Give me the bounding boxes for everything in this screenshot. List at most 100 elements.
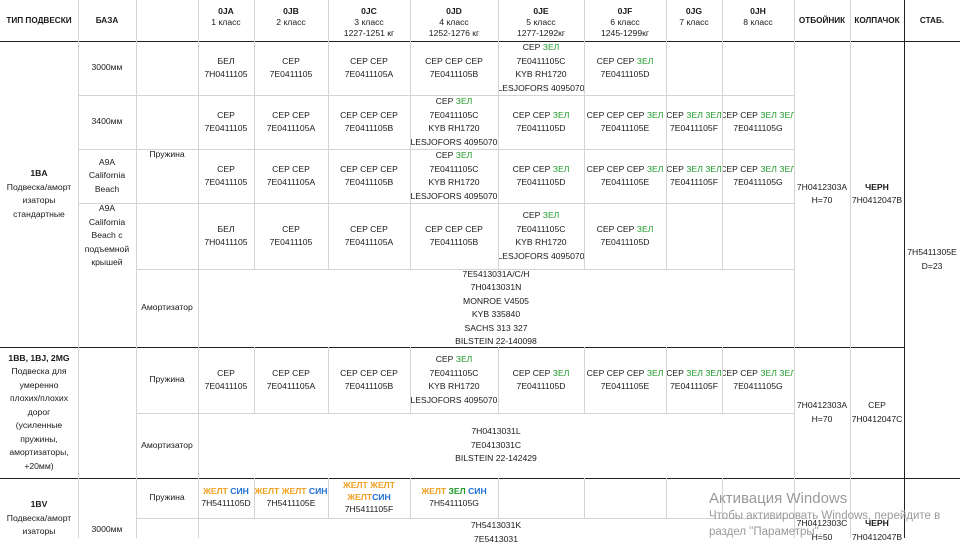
part-number: 7E0411105 xyxy=(205,122,248,136)
part-number: 7E0411105 xyxy=(270,68,313,82)
grid-line xyxy=(328,0,329,269)
g1-base-line: Beach xyxy=(94,183,120,194)
grid-line xyxy=(584,0,585,269)
g2-base-empty xyxy=(78,347,136,478)
g1-spring-cell: СЕР СЕР СЕР ЗЕЛ 7E0411105E xyxy=(584,149,666,203)
g1-spring-cell: СЕР СЕР 7E0411105A xyxy=(254,149,328,203)
g1-base-line: подъемной xyxy=(84,243,130,254)
part-number: 7E0411105 xyxy=(270,236,313,250)
part-color-label: СЕР ЗЕЛ xyxy=(523,209,560,223)
text-segment: KYB RH1720 xyxy=(515,69,567,79)
g2-type-desc: пружины, xyxy=(20,433,58,444)
text-segment: ЗЕЛ xyxy=(552,109,570,120)
header-col-code: 0JC xyxy=(361,6,377,16)
grid-line xyxy=(584,347,585,413)
g2-cap-code: 7H0412047C xyxy=(851,413,903,424)
g1-bumper: 7H0412303A H=70 xyxy=(794,41,850,347)
text-segment: 7E0411105C xyxy=(429,367,479,378)
part-color-label: СЕР СЕР СЕР xyxy=(340,109,398,123)
part-number: 7E0411105E xyxy=(601,176,649,190)
part-number: 7E0411105B xyxy=(345,176,393,190)
g2-type-desc: (усиленные xyxy=(15,420,63,431)
part-number: 7E0411105D xyxy=(601,68,650,82)
text-segment: ЗЕЛ xyxy=(636,223,654,234)
grid-line xyxy=(666,478,667,518)
text-segment: СЕР xyxy=(217,163,235,174)
grid-line xyxy=(328,347,329,413)
text-segment: СИН xyxy=(468,486,487,497)
text-segment: 7E0411105E xyxy=(600,123,650,133)
text-segment: 7E0411105C xyxy=(429,163,479,174)
g1-base-line: A9A xyxy=(98,156,116,167)
part-color-label: БЕЛ xyxy=(217,55,234,69)
text-segment: СЕР СЕР xyxy=(722,367,761,378)
grid-line xyxy=(0,478,960,479)
part-number: 7H5411105E xyxy=(266,498,316,509)
text-segment: СЕР xyxy=(282,223,300,234)
g3-cap-code: 7H0412047B xyxy=(851,531,903,542)
g1-spring-cell: СЕР СЕР 7E0411105A xyxy=(328,41,410,95)
g2-type-title: 1BB, 1BJ, 2MG xyxy=(8,352,70,363)
g1-base-line: 3000мм xyxy=(91,62,123,73)
part-number: 7E0411105D xyxy=(517,380,566,394)
g1-spring-cell: СЕР ЗЕЛ 7E0411105C KYB RH1720 LESJOFORS 409… xyxy=(498,203,584,269)
text-segment: 7E0411105 xyxy=(204,123,248,133)
g1-spring-cell: СЕР СЕР СЕР ЗЕЛ 7E0411105E xyxy=(584,95,666,149)
header-col-code: 0JF xyxy=(617,6,633,16)
part-number: 7E0411105G xyxy=(733,122,782,136)
grid-line xyxy=(0,41,960,42)
grid-line xyxy=(136,518,794,519)
grid-line xyxy=(498,347,499,413)
text-segment: 7E0411105E xyxy=(600,381,650,391)
g1-shock-part: BILSTEIN 22-140098 xyxy=(455,336,537,346)
grid-line xyxy=(722,347,723,413)
text-segment: СЕР xyxy=(666,163,687,174)
grid-line xyxy=(850,0,851,538)
g1-spring-cell: СЕР СЕР СЕР 7E0411105B xyxy=(410,41,498,95)
g1-spring-cell: СЕР ЗЕЛ ЗЕЛ 7E0411105F xyxy=(666,95,722,149)
text-segment: 7E0411105F xyxy=(670,177,718,187)
text-segment: 7H0411105 xyxy=(204,69,248,79)
grid-line xyxy=(410,347,411,413)
part-color-label: СЕР ЗЕЛ ЗЕЛ xyxy=(666,163,722,177)
g2-shock-part: 7H0413031L xyxy=(471,426,521,437)
grid-line xyxy=(78,203,794,204)
g1-shock-part: 7H0413031N xyxy=(470,282,522,292)
part-number: 7E0411105C xyxy=(517,223,566,237)
text-segment: 7E0411105G xyxy=(733,381,783,391)
text-segment: 7E0411105C xyxy=(516,223,566,234)
text-segment: 7E0411105A xyxy=(266,177,316,187)
part-color-label: СЕР xyxy=(217,163,235,177)
text-segment: 7E0411105B xyxy=(344,381,394,391)
text-segment: ЗЕЛ ЗЕЛ xyxy=(760,109,794,120)
grid-line xyxy=(498,0,499,269)
header-cap: КОЛПАЧОК xyxy=(854,15,900,25)
grid-line xyxy=(136,269,794,270)
header-col-weight: 1252-1276 кг xyxy=(428,28,480,38)
text-segment: СЕР СЕР xyxy=(722,109,761,120)
part-color-label: СЕР xyxy=(282,223,300,237)
g1-spring-cell: БЕЛ 7H0411105 xyxy=(198,41,254,95)
part-color-label: СЕР СЕР xyxy=(272,163,310,177)
g3-base-value: 3000мм xyxy=(91,523,123,534)
part-number: KYB RH1720 xyxy=(428,122,479,136)
g3-type-desc: изаторы xyxy=(22,526,56,536)
header-col-weight: 1227-1251 кг xyxy=(343,28,395,38)
g3-spring-cell: ЖЕЛТ ЖЕЛТ СИН 7H5411105E xyxy=(254,478,328,518)
grid-line xyxy=(254,0,255,269)
grid-line xyxy=(328,478,329,518)
g2-spring-cell: СЕР 7E0411105 xyxy=(198,347,254,413)
grid-line xyxy=(136,0,137,538)
part-color-label: СЕР СЕР xyxy=(272,367,310,381)
text-segment: СЕР СЕР xyxy=(512,109,553,120)
header-col-0jd: 0JD 4 класс 1252-1276 кг xyxy=(410,0,498,41)
header-col-weight: 1245-1299кг xyxy=(601,28,649,38)
text-segment: 7E0411105D xyxy=(600,69,650,79)
text-segment: 7H0411105 xyxy=(204,237,248,247)
g2-shock-label: Амортизатор xyxy=(141,439,193,450)
g1-spring-cell: СЕР СЕР ЗЕЛ 7E0411105D xyxy=(498,95,584,149)
g1-base-line: A9A xyxy=(98,203,116,214)
g3-shock-parts: 7H5413031K 7E5413031 xyxy=(198,518,794,545)
header-col-cls: 7 класс xyxy=(679,17,709,27)
g1-spring-cell: БЕЛ 7H0411105 xyxy=(198,203,254,269)
